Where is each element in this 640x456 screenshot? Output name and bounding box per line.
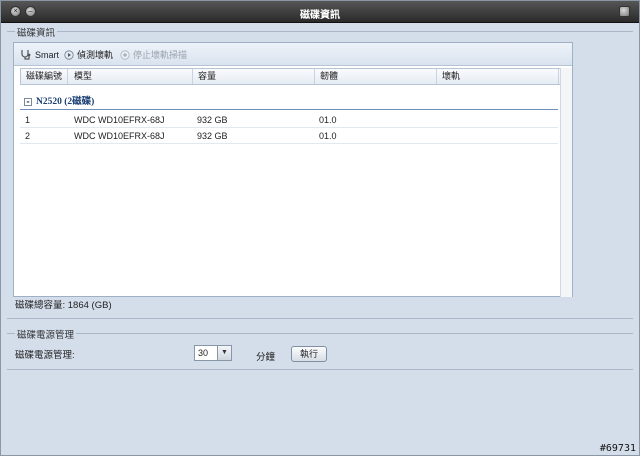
stop-icon: [120, 50, 130, 60]
column-model[interactable]: 模型: [69, 69, 193, 84]
power-label: 磁碟電源管理:: [15, 350, 75, 361]
section-divider: [7, 369, 633, 370]
cell-capacity: 932 GB: [197, 131, 228, 141]
cell-firmware: 01.0: [319, 115, 337, 125]
chevron-down-icon[interactable]: ▼: [217, 346, 231, 360]
disk-info-legend: 磁碟資訊: [15, 25, 58, 39]
power-unit: 分鐘: [256, 352, 276, 363]
total-capacity: 磁碟總容量: 1864 (GB): [15, 300, 112, 311]
window-title: 磁碟資訊: [300, 10, 340, 21]
power-legend: 磁碟電源管理: [15, 327, 77, 341]
cell-disk-number: 1: [25, 115, 31, 125]
stethoscope-icon: [21, 50, 31, 60]
table-row[interactable]: 1 WDC WD10EFRX-68J 932 GB 01.0: [20, 112, 558, 128]
watermark: #69731: [599, 443, 636, 454]
grid-header: 磁碟編號 模型 容量 韌體 壞軌: [20, 68, 572, 85]
power-timeout-value: 30: [198, 348, 209, 358]
stop-scan-label: 停止壞軌掃描: [133, 50, 188, 60]
maximize-icon[interactable]: [619, 6, 630, 17]
disk-toolbar: Smart 偵測壞軌 停止壞軌掃描: [14, 43, 572, 66]
disk-info-window: × – 磁碟資訊 磁碟資訊 Smart 偵測壞軌 停止壞軌掃描 磁碟編號 模型 …: [0, 0, 640, 456]
column-firmware[interactable]: 韌體: [315, 69, 437, 84]
play-icon: [64, 50, 74, 60]
smart-label: Smart: [35, 50, 60, 60]
group-underline: [20, 109, 558, 110]
cell-model: WDC WD10EFRX-68J: [74, 131, 165, 141]
section-divider: [7, 333, 633, 334]
vertical-scrollbar[interactable]: [560, 68, 572, 297]
cell-capacity: 932 GB: [197, 115, 228, 125]
collapse-icon[interactable]: -: [24, 98, 32, 106]
detect-bad-label: 偵測壞軌: [77, 50, 114, 60]
column-capacity[interactable]: 容量: [193, 69, 315, 84]
apply-button[interactable]: 執行: [291, 346, 327, 362]
smart-button[interactable]: Smart: [20, 48, 59, 62]
cell-model: WDC WD10EFRX-68J: [74, 115, 165, 125]
title-bar: × – 磁碟資訊: [1, 1, 639, 23]
stop-scan-button[interactable]: 停止壞軌掃描: [120, 48, 187, 62]
table-row[interactable]: 2 WDC WD10EFRX-68J 932 GB 01.0: [20, 128, 558, 144]
power-timeout-select[interactable]: 30 ▼: [194, 345, 232, 361]
group-header[interactable]: - N2520 (2磁碟): [24, 95, 94, 109]
detect-bad-sectors-button[interactable]: 偵測壞軌: [64, 48, 113, 62]
cell-disk-number: 2: [25, 131, 31, 141]
column-bad-sectors[interactable]: 壞軌: [437, 69, 559, 84]
section-divider: [7, 318, 633, 319]
group-label: N2520 (2磁碟): [36, 97, 95, 107]
section-divider: [7, 31, 633, 32]
column-disk-number[interactable]: 磁碟編號: [21, 69, 68, 84]
cell-firmware: 01.0: [319, 131, 337, 141]
disk-grid-panel: Smart 偵測壞軌 停止壞軌掃描 磁碟編號 模型 容量 韌體 壞軌 - N25…: [13, 42, 573, 297]
